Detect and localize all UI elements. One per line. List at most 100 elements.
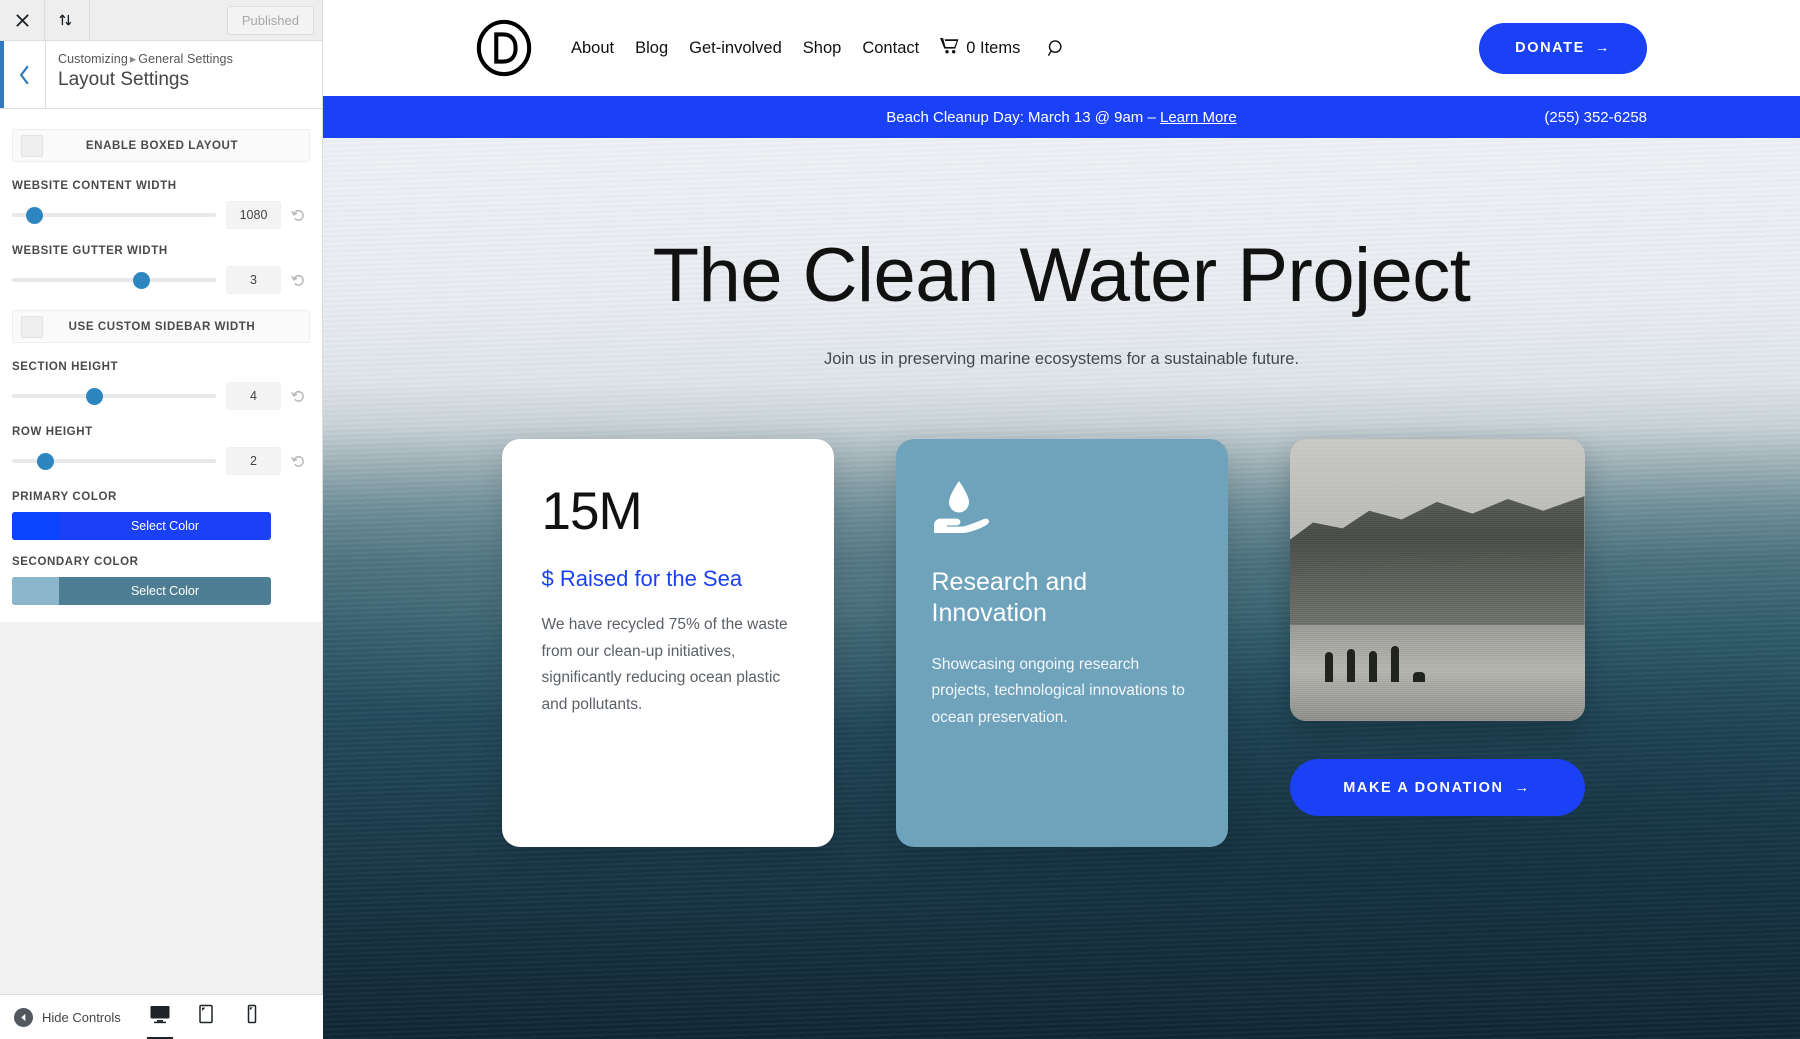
reset-icon[interactable] (286, 208, 310, 223)
secondary-color-button[interactable]: Select Color (12, 577, 271, 605)
chevron-left-icon[interactable] (0, 41, 46, 108)
section-height-input[interactable]: 4 (226, 382, 281, 410)
use-custom-sidebar-width-checkbox[interactable] (21, 315, 43, 338)
section-height-row: 4 (12, 382, 310, 410)
hide-controls-button[interactable]: Hide Controls (14, 1007, 121, 1027)
beach-photo (1289, 439, 1585, 721)
website-gutter-width-row: 3 (12, 266, 310, 294)
primary-color-select-label: Select Color (130, 519, 200, 533)
nav-link-shop[interactable]: Shop (803, 39, 842, 58)
website-content-width-row: 1080 (12, 201, 310, 229)
website-content-width-label: WEBSITE CONTENT WIDTH (12, 180, 177, 192)
primary-color-swatch (12, 512, 59, 540)
nav-link-about[interactable]: About (571, 39, 614, 58)
reset-icon[interactable] (286, 454, 310, 469)
breadcrumb-separator: ▸ (129, 52, 137, 66)
announcement-message: Beach Cleanup Day: March 13 @ 9am – (886, 108, 1160, 126)
mobile-icon[interactable] (237, 1001, 267, 1033)
breadcrumb-section[interactable]: General Settings (138, 52, 233, 66)
search-icon[interactable] (1047, 39, 1066, 58)
site-preview: About Blog Get-involved Shop Contact 0 I… (323, 0, 1800, 1039)
main-navigation: About Blog Get-involved Shop Contact 0 I… (571, 37, 1066, 59)
photo-grain-overlay (1289, 439, 1585, 721)
customizer-panel-header: Customizing ▸ General Settings Layout Sett… (0, 41, 322, 109)
secondary-color-label: SECONDARY COLOR (12, 556, 139, 568)
secondary-color-field: SECONDARY COLOR Select Color (12, 556, 310, 605)
primary-color-label: PRIMARY COLOR (12, 491, 117, 503)
announcement-bar: Beach Cleanup Day: March 13 @ 9am – Lear… (323, 96, 1800, 138)
enable-boxed-layout-checkbox[interactable] (21, 134, 43, 157)
website-content-width-slider[interactable] (12, 204, 216, 226)
make-a-donation-button[interactable]: MAKE A DONATION → (1289, 759, 1585, 816)
nav-link-blog[interactable]: Blog (635, 39, 668, 58)
customizer-bottombar: Hide Controls (0, 994, 323, 1039)
slider-thumb[interactable] (132, 272, 150, 289)
hero-section: The Clean Water Project Join us in prese… (323, 138, 1800, 1039)
arrow-right-icon: → (1514, 779, 1531, 796)
page-title: Layout Settings (58, 69, 189, 90)
feature-card: Research and Innovation Showcasing ongoi… (895, 439, 1228, 847)
section-height-label: SECTION HEIGHT (12, 361, 119, 373)
customizer-sidebar: Published Customizing ▸ General Settings L… (0, 0, 323, 1039)
shopping-cart-icon (940, 37, 959, 59)
website-content-width-input[interactable]: 1080 (226, 201, 281, 229)
nav-link-get-involved[interactable]: Get-involved (689, 39, 782, 58)
reset-icon[interactable] (286, 273, 310, 288)
close-icon[interactable] (0, 0, 45, 40)
reset-icon[interactable] (286, 389, 310, 404)
slider-thumb[interactable] (36, 453, 54, 470)
donate-button-label: DONATE (1515, 40, 1585, 56)
slider-thumb[interactable] (85, 388, 103, 405)
nav-link-contact[interactable]: Contact (862, 39, 919, 58)
publish-button[interactable]: Published (226, 6, 314, 35)
announcement-text: Beach Cleanup Day: March 13 @ 9am – Lear… (886, 109, 1236, 126)
hero-title: The Clean Water Project (652, 233, 1471, 318)
feature-cards: 15M $ Raised for the Sea We have recycle… (323, 439, 1800, 847)
tablet-icon[interactable] (191, 1001, 221, 1033)
customizer-controls: ENABLE BOXED LAYOUT WEBSITE CONTENT WIDT… (0, 109, 322, 622)
donate-button[interactable]: DONATE → (1479, 22, 1647, 74)
enable-boxed-layout-row[interactable]: ENABLE BOXED LAYOUT (12, 129, 310, 162)
row-height-slider[interactable] (12, 450, 216, 472)
customizer-topbar: Published (0, 0, 322, 41)
panel-titles: Customizing ▸ General Settings Layout Sett… (46, 41, 233, 108)
feature-card-title: Research and Innovation (931, 568, 1088, 628)
section-height-slider[interactable] (12, 385, 216, 407)
website-gutter-width-field: WEBSITE GUTTER WIDTH 3 (12, 245, 310, 294)
website-gutter-width-label: WEBSITE GUTTER WIDTH (12, 245, 168, 257)
hero-content: The Clean Water Project Join us in prese… (323, 238, 1800, 847)
breadcrumb: Customizing ▸ General Settings (58, 51, 233, 66)
stat-card: 15M $ Raised for the Sea We have recycle… (501, 439, 834, 847)
slider-track (12, 278, 216, 282)
learn-more-link[interactable]: Learn More (1160, 109, 1237, 126)
primary-color-field: PRIMARY COLOR Select Color (12, 491, 310, 540)
collapse-left-icon (14, 1007, 33, 1027)
water-drop-in-hand-icon (932, 479, 1192, 535)
slider-track (12, 394, 216, 398)
stat-card-body: We have recycled 75% of the waste from o… (541, 616, 788, 713)
hide-controls-label: Hide Controls (42, 1009, 121, 1025)
cart-link[interactable]: 0 Items (940, 37, 1020, 59)
cart-item-count: 0 Items (966, 38, 1021, 57)
collapse-icon[interactable] (45, 0, 90, 40)
desktop-icon[interactable] (145, 1001, 175, 1039)
row-height-input[interactable]: 2 (226, 447, 281, 475)
enable-boxed-layout-label: ENABLE BOXED LAYOUT (85, 139, 239, 152)
slider-thumb[interactable] (26, 207, 44, 224)
website-gutter-width-slider[interactable] (12, 269, 216, 291)
section-height-field: SECTION HEIGHT 4 (12, 361, 310, 410)
stat-label: $ Raised for the Sea (541, 566, 743, 591)
breadcrumb-root[interactable]: Customizing (58, 52, 128, 66)
secondary-color-swatch (12, 577, 59, 605)
stat-number: 15M (541, 482, 643, 541)
secondary-color-select-label: Select Color (130, 584, 200, 598)
primary-color-button[interactable]: Select Color (12, 512, 271, 540)
phone-number-link[interactable]: (255) 352-6258 (1544, 109, 1647, 126)
website-gutter-width-input[interactable]: 3 (226, 266, 281, 294)
use-custom-sidebar-width-label: USE CUSTOM SIDEBAR WIDTH (68, 320, 256, 333)
arrow-right-icon: → (1594, 40, 1611, 56)
use-custom-sidebar-width-row[interactable]: USE CUSTOM SIDEBAR WIDTH (12, 310, 310, 343)
site-logo[interactable] (475, 19, 533, 77)
customizer-app: Published Customizing ▸ General Settings L… (0, 0, 1800, 1039)
